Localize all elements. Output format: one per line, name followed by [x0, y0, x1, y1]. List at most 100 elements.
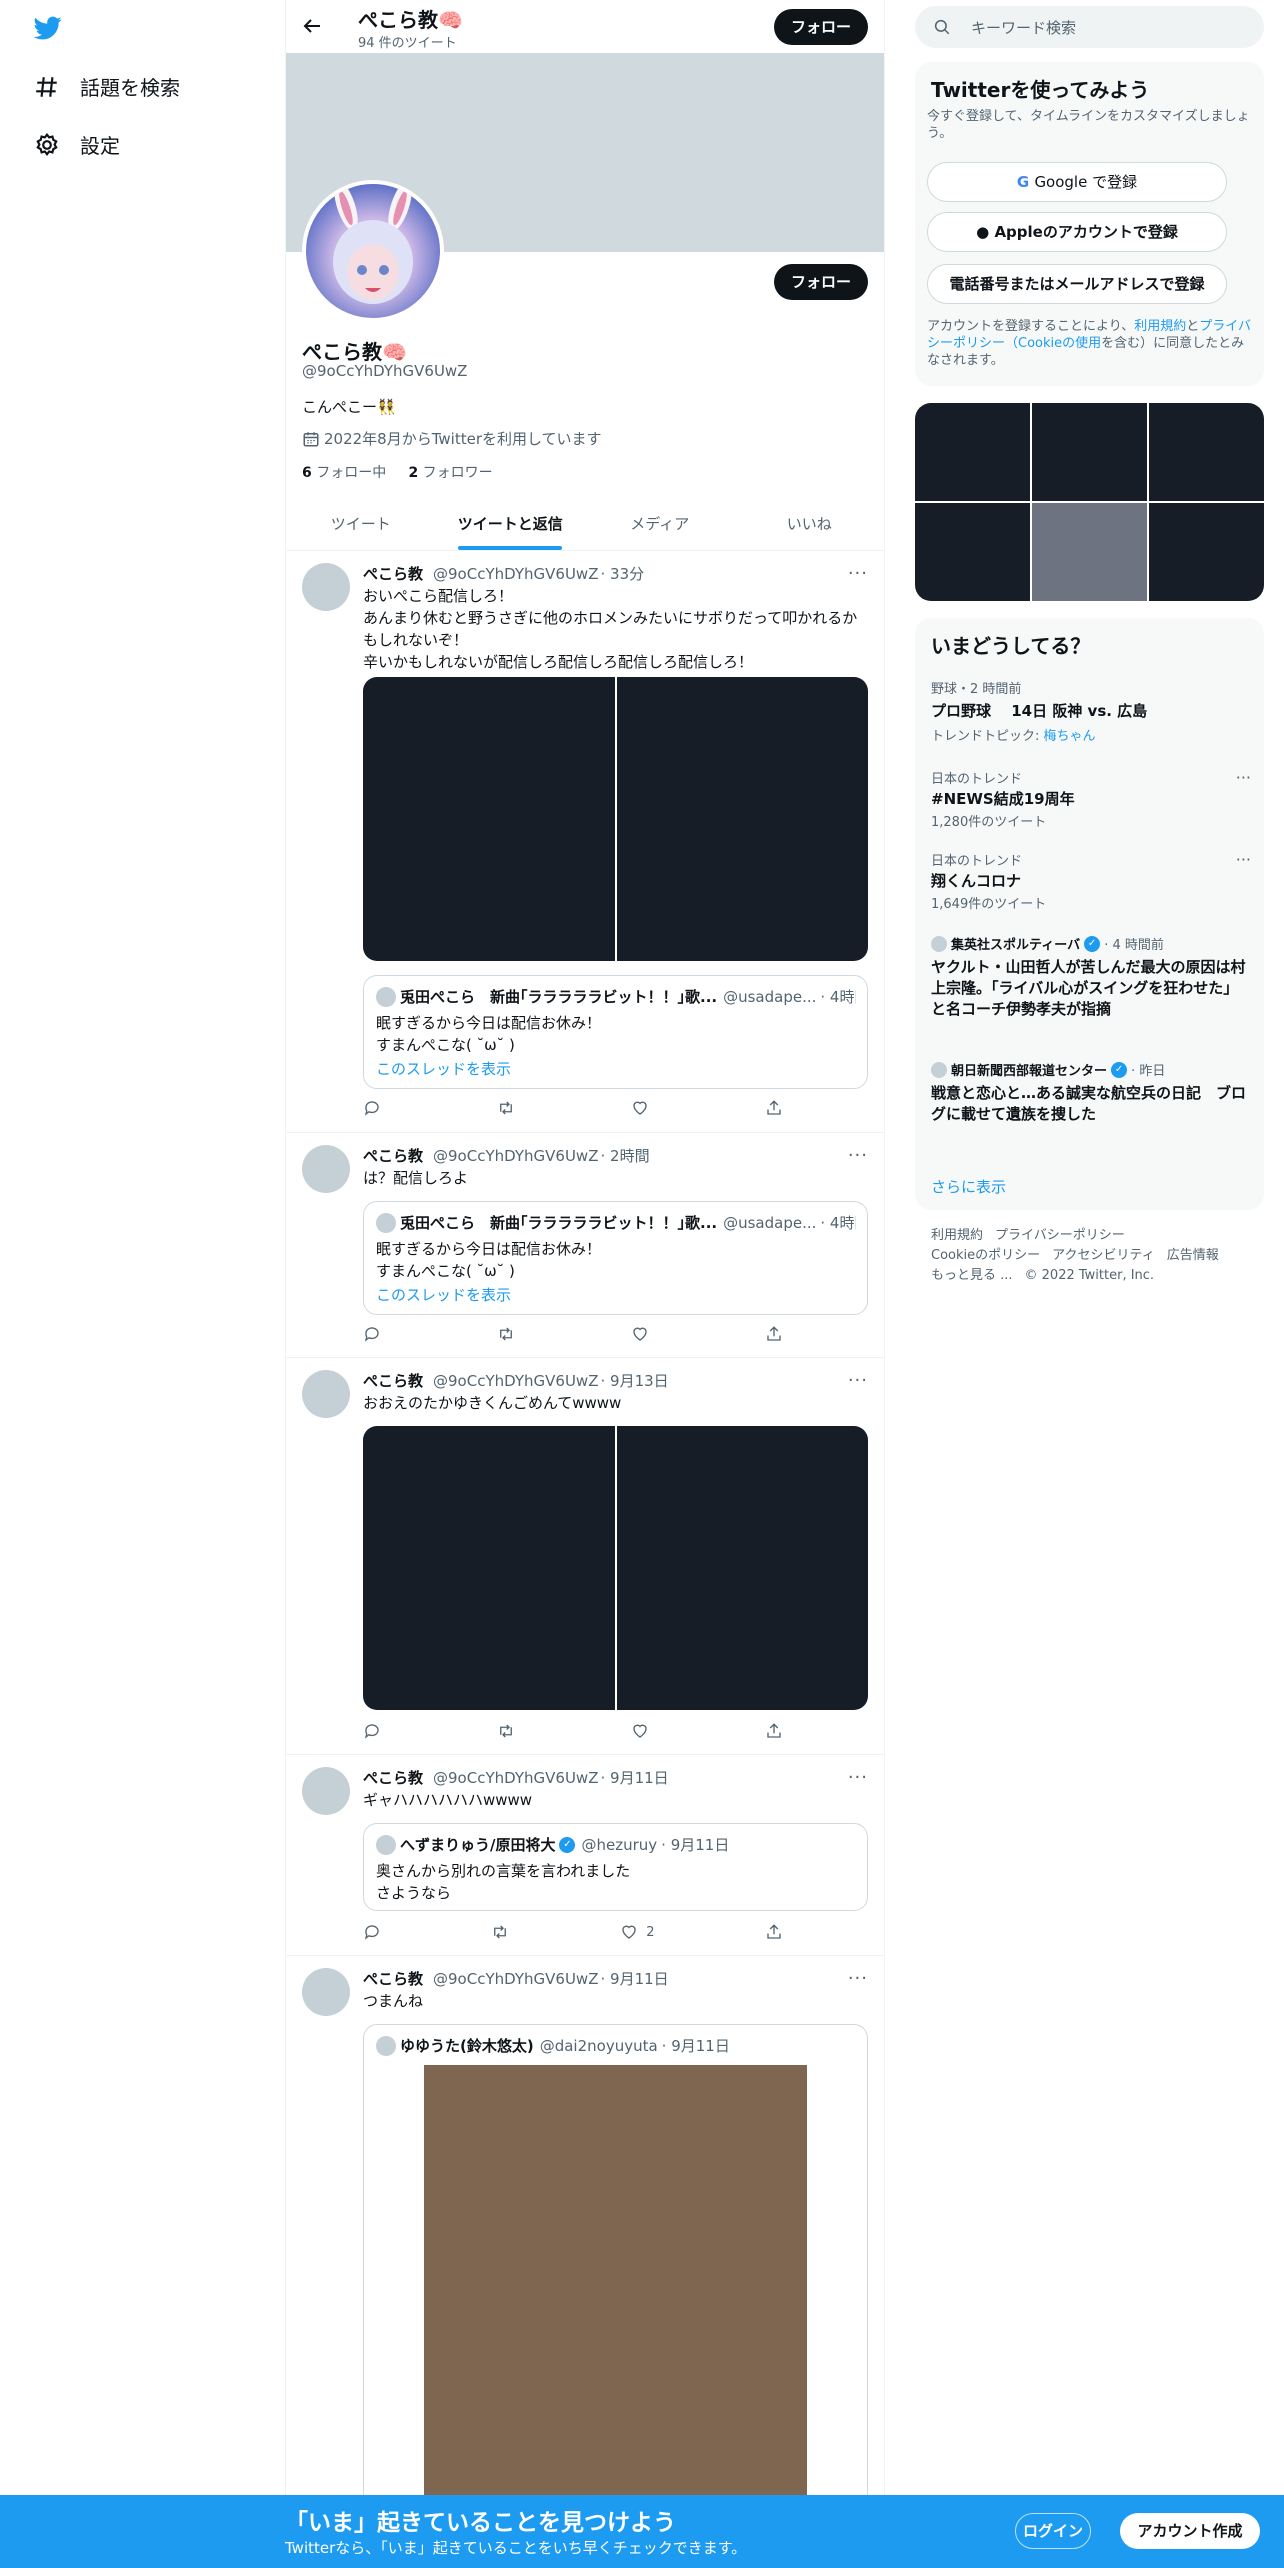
show-thread-link[interactable]: このスレッドを表示: [376, 1284, 511, 1305]
tweet-media[interactable]: [363, 1426, 868, 1710]
tweet-author[interactable]: ぺこら教: [363, 1970, 423, 1988]
share-button[interactable]: [765, 1923, 783, 1941]
tweet-avatar[interactable]: [302, 1767, 350, 1815]
tweet-handle[interactable]: @9oCcYhDYhGV6UwZ: [433, 1147, 598, 1165]
reply-button[interactable]: [363, 1325, 381, 1343]
media-thumbnail[interactable]: [1149, 503, 1264, 601]
back-arrow-icon[interactable]: [300, 14, 324, 38]
following-link[interactable]: 6 フォロー中: [302, 465, 386, 481]
tweet-time[interactable]: · 2時間: [600, 1147, 649, 1165]
more-icon[interactable]: ···: [848, 1968, 868, 1989]
terms-link[interactable]: 利用規約: [1134, 319, 1186, 334]
tweet-avatar[interactable]: [302, 1145, 350, 1193]
show-more-link[interactable]: さらに表示: [931, 1176, 1006, 1197]
reply-button[interactable]: [363, 1099, 381, 1117]
tab-tweets[interactable]: ツイート: [286, 498, 436, 550]
header-follow-button[interactable]: フォロー: [774, 9, 868, 45]
like-button[interactable]: [631, 1325, 649, 1343]
followers-link[interactable]: 2 フォロワー: [408, 465, 492, 481]
nav-settings[interactable]: 設定: [34, 130, 120, 159]
media-image[interactable]: [616, 1426, 868, 1710]
share-button[interactable]: [765, 1099, 783, 1117]
tweet-time[interactable]: · 9月11日: [600, 1970, 668, 1988]
more-icon[interactable]: ···: [1236, 768, 1251, 787]
media-thumbnail[interactable]: [915, 403, 1030, 501]
tab-tweets-and-replies[interactable]: ツイートと返信: [436, 498, 586, 550]
apple-signup-button[interactable]: ● Appleのアカウントで登録: [927, 212, 1227, 252]
more-icon[interactable]: ···: [848, 1370, 868, 1391]
tweet-author[interactable]: ぺこら教: [363, 565, 423, 583]
retweet-button[interactable]: [491, 1923, 509, 1941]
tab-likes[interactable]: いいね: [735, 498, 885, 550]
more-icon[interactable]: ···: [848, 1767, 868, 1788]
tweet-handle[interactable]: @9oCcYhDYhGV6UwZ: [433, 1970, 598, 1988]
tweet[interactable]: ぺこら教 @9oCcYhDYhGV6UwZ · 9月13日 ··· おおえのたかゆき…: [286, 1358, 884, 1755]
show-thread-link[interactable]: このスレッドを表示: [376, 1058, 511, 1079]
footer-more-link[interactable]: もっと見る ...: [931, 1268, 1013, 1283]
tweet-avatar[interactable]: [302, 1370, 350, 1418]
footer-cookie-link[interactable]: Cookieのポリシー: [931, 1248, 1040, 1263]
like-button[interactable]: 2: [620, 1923, 655, 1941]
share-button[interactable]: [765, 1325, 783, 1343]
footer-privacy-link[interactable]: プライバシーポリシー: [995, 1228, 1125, 1243]
tweet-time[interactable]: · 9月11日: [600, 1769, 668, 1787]
footer-terms-link[interactable]: 利用規約: [931, 1228, 983, 1243]
media-thumbnail[interactable]: [1032, 403, 1147, 501]
quote-tweet[interactable]: 兎田ぺこら 新曲｢ラララララビット！！｣歌... @usadape...· 4時間…: [363, 1201, 868, 1315]
tweet[interactable]: ぺこら教 @9oCcYhDYhGV6UwZ · 33分 ··· おいぺこら配信しろ！…: [286, 551, 884, 1133]
profile-follow-button[interactable]: フォロー: [774, 264, 868, 300]
media-thumbnail[interactable]: [1032, 503, 1147, 601]
tweet-time[interactable]: · 9月13日: [600, 1372, 668, 1390]
like-button[interactable]: [631, 1722, 649, 1740]
media-image[interactable]: [363, 677, 615, 961]
media-thumbnail[interactable]: [1149, 403, 1264, 501]
tweet[interactable]: ぺこら教 @9oCcYhDYhGV6UwZ · 9月11日 ··· ギャハハハハハハ…: [286, 1755, 884, 1956]
media-image[interactable]: [616, 677, 868, 961]
tweet-author[interactable]: ぺこら教: [363, 1372, 423, 1390]
nav-explore[interactable]: 話題を検索: [34, 72, 180, 101]
retweet-button[interactable]: [497, 1722, 515, 1740]
tweet-avatar[interactable]: [302, 1968, 350, 2016]
tweet-handle[interactable]: @9oCcYhDYhGV6UwZ: [433, 1372, 598, 1390]
tab-media[interactable]: メディア: [585, 498, 735, 550]
more-icon[interactable]: ···: [848, 1145, 868, 1166]
reply-button[interactable]: [363, 1722, 381, 1740]
tweet-handle[interactable]: @9oCcYhDYhGV6UwZ: [433, 565, 598, 583]
quote-tweet[interactable]: 兎田ぺこら 新曲｢ラララララビット！！｣歌... @usadape...· 4時間…: [363, 975, 868, 1089]
tweet-author[interactable]: ぺこら教: [363, 1147, 423, 1165]
quote-tweet[interactable]: ゆゆうた(鈴木悠太) @dai2noyuyuta · 9月11日: [363, 2024, 868, 2568]
share-button[interactable]: [765, 1722, 783, 1740]
more-icon[interactable]: ···: [1236, 850, 1251, 869]
phone-signup-button[interactable]: 電話番号またはメールアドレスで登録: [927, 264, 1227, 304]
profile-avatar[interactable]: [302, 180, 444, 322]
footer-accessibility-link[interactable]: アクセシビリティ: [1052, 1248, 1155, 1263]
quote-tweet[interactable]: へずまりゅう/原田将大 ✓ @hezuruy · 9月11日 奥さんから別れの言葉を言…: [363, 1823, 868, 1911]
twitter-logo-icon[interactable]: [32, 14, 64, 42]
tweet-time[interactable]: · 33分: [600, 565, 644, 583]
tweet-media[interactable]: [363, 677, 868, 961]
trend-topic-link[interactable]: 梅ちゃん: [1044, 729, 1096, 744]
like-button[interactable]: [631, 1099, 649, 1117]
tweet[interactable]: ぺこら教 @9oCcYhDYhGV6UwZ · 9月11日 ··· つまんね ゆゆう…: [286, 1956, 884, 2568]
trend-item[interactable]: 日本のトレンド 翔くんコロナ 1,649件のツイート ···: [931, 850, 1251, 912]
tweet-author[interactable]: ぺこら教: [363, 1769, 423, 1787]
media-thumbnail[interactable]: [915, 503, 1030, 601]
tweet[interactable]: ぺこら教 @9oCcYhDYhGV6UwZ · 2時間 ··· は？配信しろよ 兎田…: [286, 1133, 884, 1358]
footer-ads-link[interactable]: 広告情報: [1167, 1248, 1219, 1263]
google-signup-button[interactable]: G Google で登録: [927, 162, 1227, 202]
trend-item[interactable]: 野球・2 時間前 プロ野球 14日 阪神 vs. 広島 トレンドトピック: 梅ち…: [931, 678, 1251, 744]
login-button[interactable]: ログイン: [1015, 2513, 1091, 2549]
retweet-button[interactable]: [497, 1099, 515, 1117]
media-image[interactable]: [363, 1426, 615, 1710]
more-icon[interactable]: ···: [848, 563, 868, 584]
tweet-handle[interactable]: @9oCcYhDYhGV6UwZ: [433, 1769, 598, 1787]
search-input[interactable]: キーワード検索: [915, 6, 1264, 48]
create-account-button[interactable]: アカウント作成: [1120, 2513, 1260, 2549]
retweet-button[interactable]: [497, 1325, 515, 1343]
tweet-avatar[interactable]: [302, 563, 350, 611]
news-item[interactable]: 朝日新聞西部報道センター ✓ · 昨日 戦意と恋心と…ある誠実な航空兵の日記 ブロ…: [931, 1060, 1251, 1125]
trend-item[interactable]: 日本のトレンド #NEWS結成19周年 1,280件のツイート ···: [931, 768, 1251, 830]
reply-button[interactable]: [363, 1923, 381, 1941]
news-item[interactable]: 集英社スポルティーバ ✓ · 4 時間前 ヤクルト・山田哲人が苦しんだ最大の原因は…: [931, 934, 1251, 1020]
quote-media-image[interactable]: [424, 2065, 807, 2568]
